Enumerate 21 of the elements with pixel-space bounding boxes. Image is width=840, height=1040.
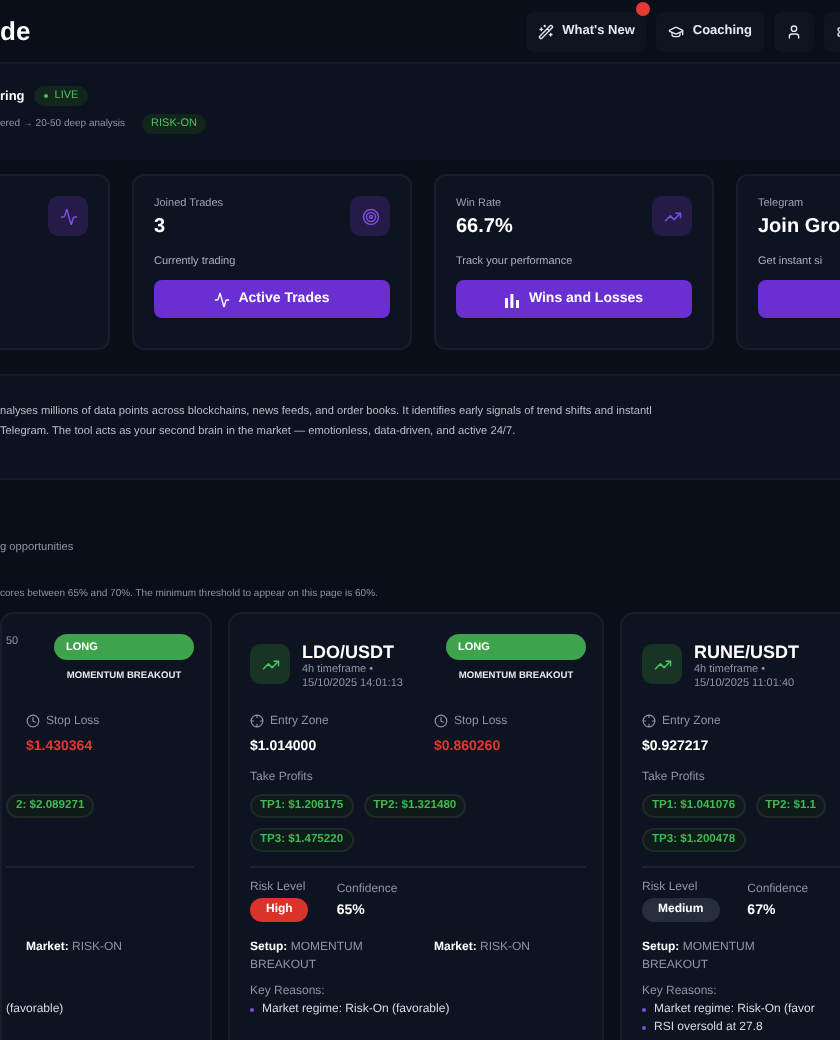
wand-icon: [538, 23, 555, 39]
icon-button[interactable]: [774, 11, 814, 51]
target-icon: [361, 207, 379, 225]
logo-text: de: [0, 16, 31, 46]
trend-up-icon: [642, 644, 682, 684]
stat-value: Join Gro: [758, 216, 840, 238]
clock-icon: [434, 714, 448, 728]
pulse-icon: [214, 291, 231, 307]
stat-value: 66.7%: [456, 216, 515, 238]
graduation-cap-icon: [668, 23, 685, 39]
trend-up-icon: [663, 207, 681, 225]
crosshair-icon: [642, 714, 656, 728]
pair-name: RUNE/USDT: [694, 642, 800, 662]
crosshair-icon: [250, 714, 264, 728]
pulse-icon: [59, 207, 77, 225]
pair-name: LDO/USDT: [302, 642, 396, 662]
clock-icon: [26, 714, 40, 728]
user-icon: [786, 23, 802, 39]
bar-chart-icon: [504, 291, 521, 307]
stat-value: 3: [154, 216, 168, 238]
trend-up-icon: [250, 644, 290, 684]
